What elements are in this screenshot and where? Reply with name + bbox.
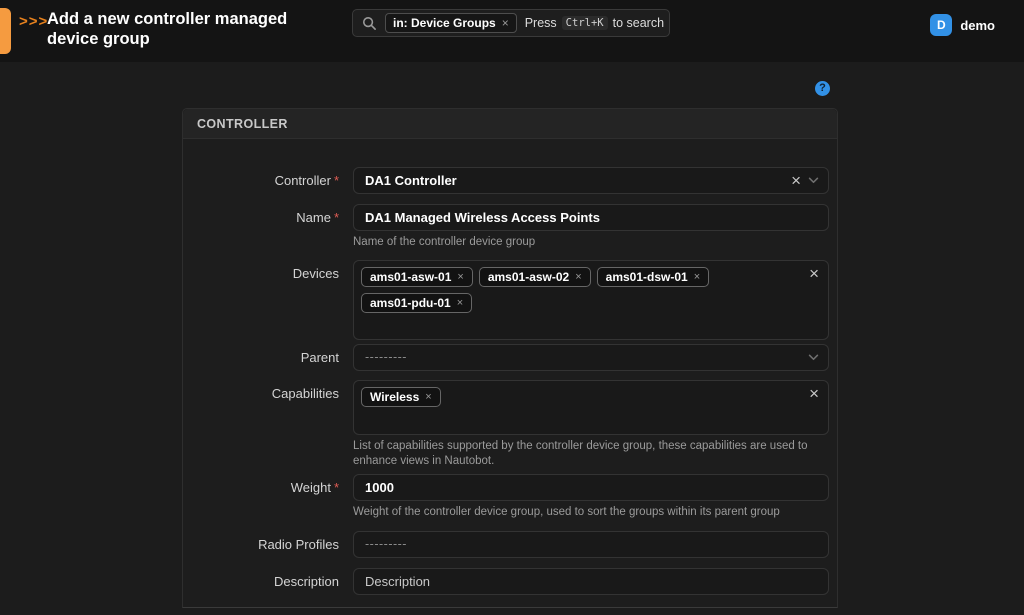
- controller-form-panel: CONTROLLER Controller* DA1 Controller × …: [182, 108, 838, 608]
- device-chip-label: ams01-asw-02: [488, 270, 569, 284]
- to-search-text: to search: [613, 16, 664, 30]
- controller-clear-icon[interactable]: ×: [791, 172, 801, 189]
- breadcrumb-chevrons-icon: >>>: [19, 13, 48, 30]
- parent-placeholder: ---------: [365, 350, 407, 364]
- device-chip[interactable]: ams01-asw-01 ×: [361, 267, 473, 287]
- field-row-devices: Devices ams01-asw-01 × ams01-asw-02 × ams0…: [183, 260, 837, 340]
- capabilities-label: Capabilities: [183, 380, 346, 469]
- panel-header: CONTROLLER: [183, 109, 837, 139]
- controller-label: Controller*: [183, 167, 346, 194]
- radio-profiles-label: Radio Profiles: [183, 531, 346, 558]
- remove-scope-icon[interactable]: ×: [502, 16, 509, 30]
- remove-capability-icon[interactable]: ×: [425, 391, 431, 403]
- top-navbar: >>> Add a new controller managed device …: [0, 0, 1024, 62]
- user-name: demo: [960, 18, 995, 33]
- devices-label: Devices: [183, 260, 346, 340]
- controller-select[interactable]: DA1 Controller: [353, 167, 829, 194]
- field-row-weight: Weight* Weight of the controller device …: [183, 474, 837, 520]
- help-icon[interactable]: ?: [815, 81, 830, 96]
- name-input[interactable]: [353, 204, 829, 231]
- parent-label: Parent: [183, 344, 346, 371]
- form-area: Controller* DA1 Controller × Name* Name …: [183, 139, 837, 595]
- capabilities-multiselect[interactable]: Wireless × ×: [353, 380, 829, 435]
- field-row-capabilities: Capabilities Wireless × × List of capabil…: [183, 380, 837, 469]
- search-icon: [362, 16, 377, 31]
- remove-device-icon[interactable]: ×: [457, 271, 463, 283]
- device-chip[interactable]: ams01-pdu-01 ×: [361, 293, 472, 313]
- radio-profiles-select[interactable]: ---------: [353, 531, 829, 558]
- user-avatar: D: [930, 14, 952, 36]
- capability-chip[interactable]: Wireless ×: [361, 387, 441, 407]
- search-scope-chip[interactable]: in: Device Groups ×: [385, 13, 517, 33]
- controller-chevron-down-icon[interactable]: [808, 177, 819, 184]
- required-marker: *: [334, 173, 339, 188]
- user-menu[interactable]: D demo: [930, 13, 995, 37]
- field-row-parent: Parent ---------: [183, 344, 837, 371]
- name-label: Name*: [183, 204, 346, 250]
- search-scope-label: in: Device Groups: [393, 16, 496, 30]
- field-row-name: Name* Name of the controller device grou…: [183, 204, 837, 250]
- remove-device-icon[interactable]: ×: [457, 297, 463, 309]
- page-title: Add a new controller managed device grou…: [47, 10, 299, 50]
- devices-clear-icon[interactable]: ×: [809, 265, 819, 282]
- search-shortcut-hint: Press Ctrl+K to search: [525, 16, 664, 30]
- device-chip-label: ams01-asw-01: [370, 270, 451, 284]
- global-search-input[interactable]: in: Device Groups × Press Ctrl+K to sear…: [352, 9, 670, 37]
- panel-title: CONTROLLER: [197, 117, 288, 131]
- remove-device-icon[interactable]: ×: [575, 271, 581, 283]
- controller-value: DA1 Controller: [365, 173, 457, 188]
- capabilities-clear-icon[interactable]: ×: [809, 385, 819, 402]
- name-help-text: Name of the controller device group: [353, 235, 823, 250]
- radio-profiles-placeholder: ---------: [365, 537, 407, 551]
- required-marker: *: [334, 210, 339, 225]
- weight-label: Weight*: [183, 474, 346, 520]
- field-row-radio-profiles: Radio Profiles ---------: [183, 531, 837, 558]
- weight-input[interactable]: [353, 474, 829, 501]
- description-label: Description: [183, 568, 346, 595]
- ctrl-k-kbd: Ctrl+K: [562, 16, 608, 30]
- capabilities-help-text: List of capabilities supported by the co…: [353, 439, 823, 469]
- description-input[interactable]: [353, 568, 829, 595]
- nav-drawer-handle[interactable]: [0, 8, 11, 54]
- field-row-description: Description: [183, 568, 837, 595]
- weight-help-text: Weight of the controller device group, u…: [353, 505, 823, 520]
- device-chip-label: ams01-pdu-01: [370, 296, 451, 310]
- devices-multiselect[interactable]: ams01-asw-01 × ams01-asw-02 × ams01-dsw-01…: [353, 260, 829, 340]
- parent-select[interactable]: ---------: [353, 344, 829, 371]
- field-row-controller: Controller* DA1 Controller ×: [183, 167, 837, 194]
- parent-chevron-down-icon[interactable]: [808, 354, 819, 361]
- required-marker: *: [334, 480, 339, 495]
- device-chip-label: ams01-dsw-01: [606, 270, 688, 284]
- press-text: Press: [525, 16, 557, 30]
- remove-device-icon[interactable]: ×: [694, 271, 700, 283]
- device-chip[interactable]: ams01-asw-02 ×: [479, 267, 591, 287]
- device-chip[interactable]: ams01-dsw-01 ×: [597, 267, 709, 287]
- capability-chip-label: Wireless: [370, 390, 419, 404]
